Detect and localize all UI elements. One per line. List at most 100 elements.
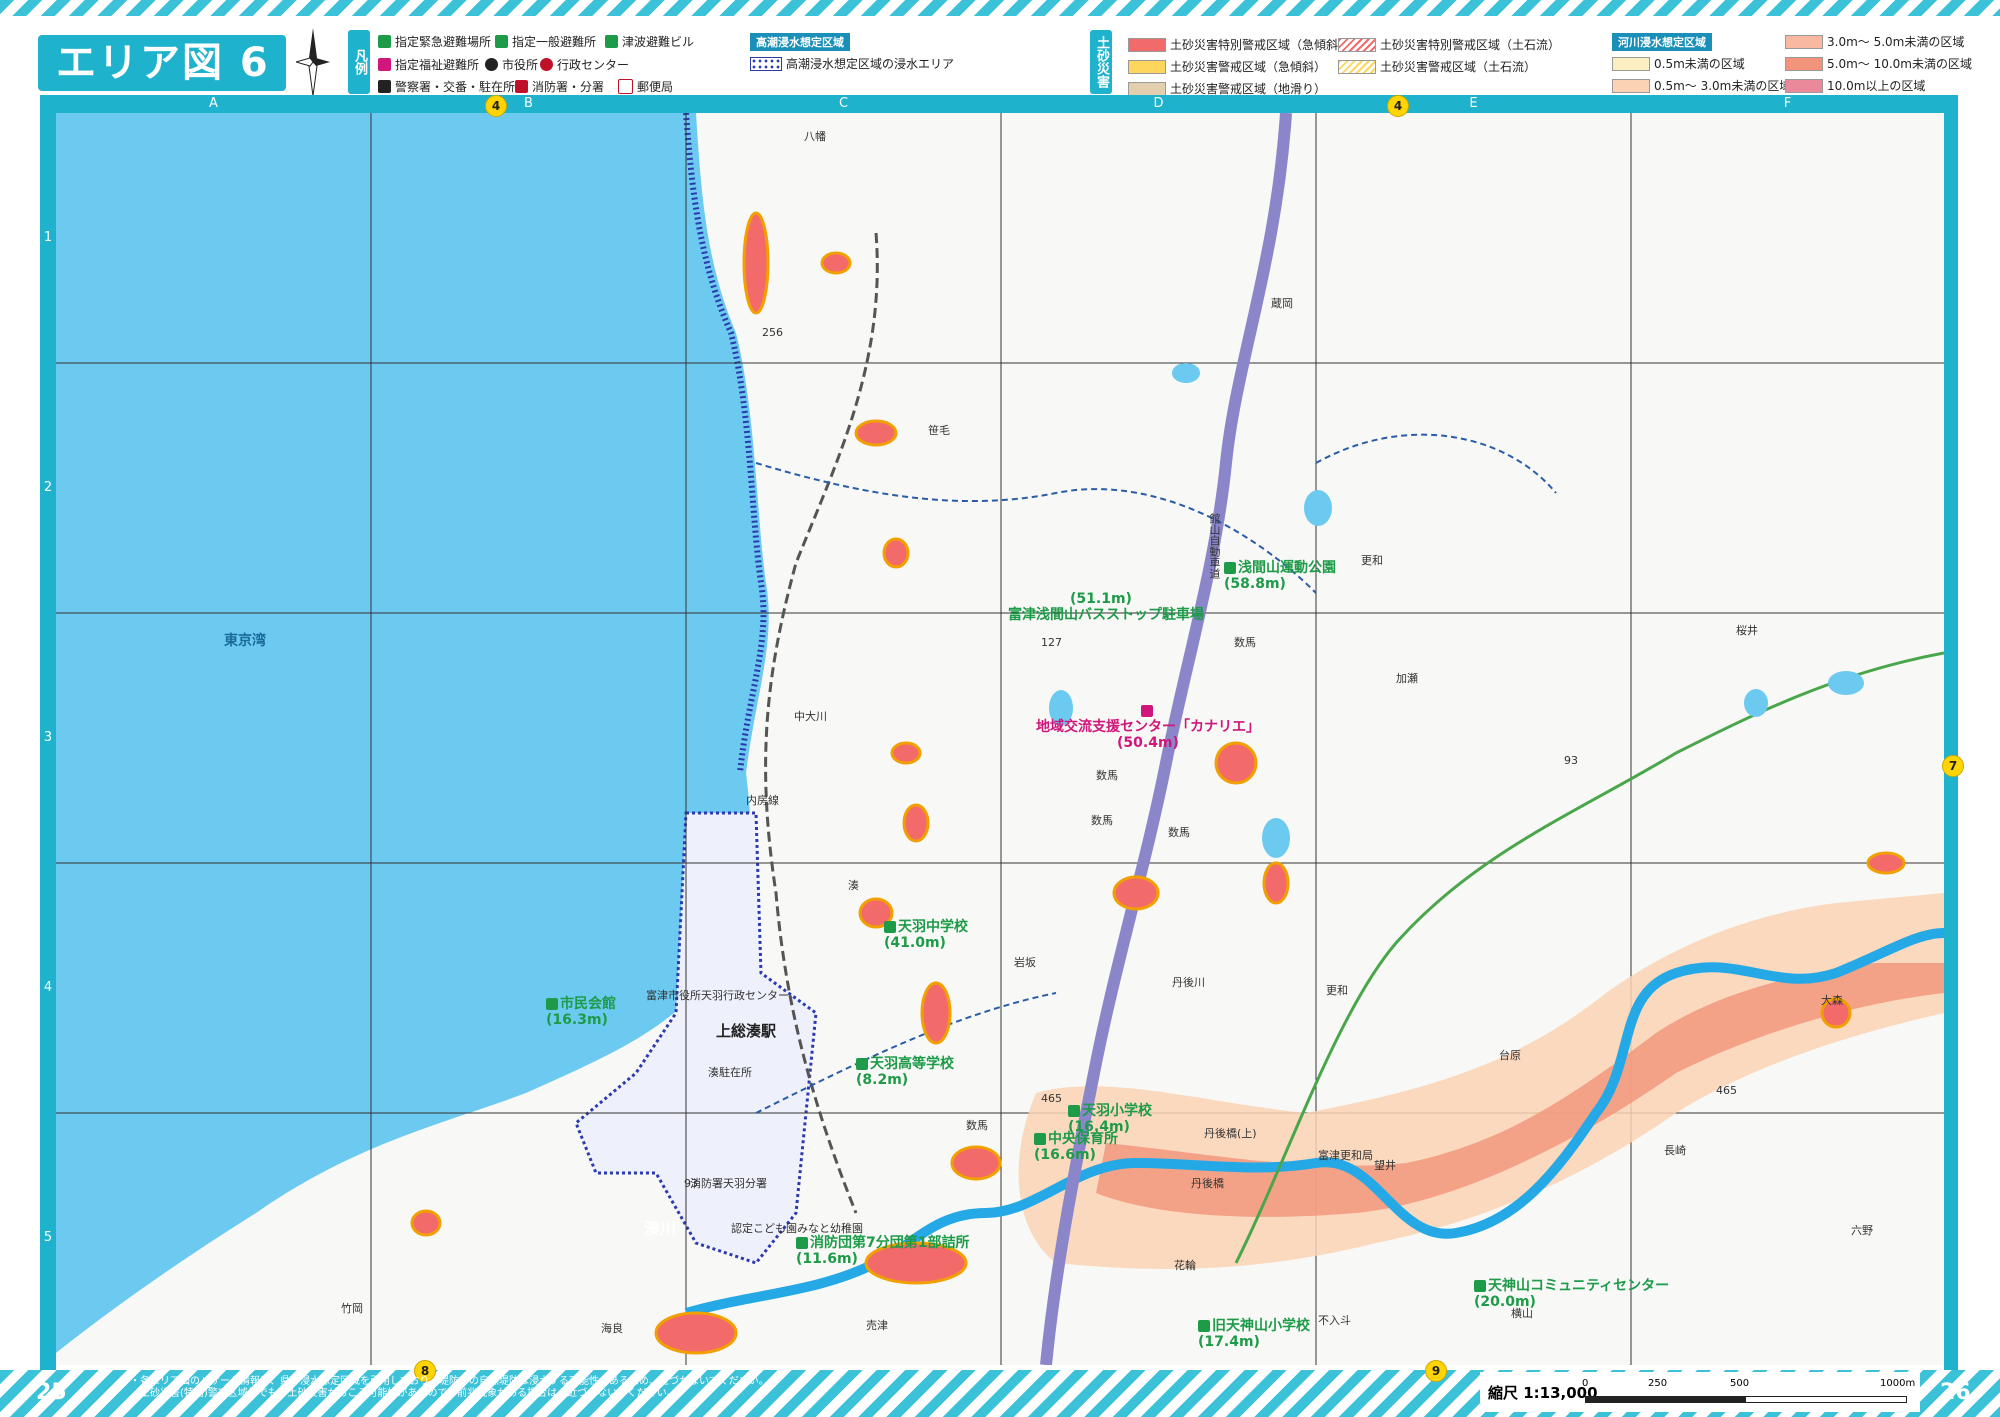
facility-amaha-hs[interactable]: 天羽高等学校 (8.2m): [856, 1056, 954, 1088]
place-kazuma-1: 数馬: [1234, 636, 1256, 649]
facility-chuo-nursery[interactable]: 中央保育所 (16.6m): [1034, 1131, 1118, 1163]
place-rokuno: 六野: [1851, 1224, 1873, 1237]
place-nagasaki: 長崎: [1664, 1144, 1686, 1157]
sediment-swatch: [1128, 37, 1166, 52]
hazard-map[interactable]: 東京湾 八幡 笹毛 蔵岡 更和 数馬 数馬 数馬 数馬 数馬 加瀬 桜井 岩坂 …: [56, 113, 1944, 1365]
legend-label: 市役所: [502, 58, 539, 72]
facility-kazusa-minato-station[interactable]: 上総湊駅: [716, 1023, 776, 1039]
river-flood-label: 0.5m未満の区域: [1654, 57, 1745, 71]
facility-name: 浅間山運動公園: [1238, 560, 1336, 576]
facility-old-amakamiyama-es[interactable]: 旧天神山小学校 (17.4m): [1198, 1318, 1310, 1350]
right-frame-bar: [1944, 95, 1958, 1370]
place-kazuma-5: 数馬: [966, 1119, 988, 1132]
column-label-b: B: [524, 96, 533, 111]
evacuation-site-icon: [856, 1058, 868, 1070]
facility-fire-brigade[interactable]: 消防団第7分団第1部詰所 (11.6m): [796, 1235, 969, 1267]
evacuation-site-icon: [1068, 1105, 1080, 1117]
column-label-f: F: [1783, 96, 1792, 111]
river-flood-item-5: 10.0m以上の区域: [1785, 77, 1925, 94]
route-256-label: 256: [762, 326, 783, 339]
page-number-right: 26: [1940, 1380, 1971, 1405]
place-sakurai: 桜井: [1736, 624, 1758, 637]
facility-city-admin[interactable]: 富津市役所天羽行政センター: [646, 988, 789, 1004]
facility-elevation: (41.0m): [884, 935, 946, 951]
sediment-item-warning-debris: 土砂災害警戒区域（土石流）: [1338, 58, 1536, 75]
sediment-swatch: [1128, 81, 1166, 96]
evacuation-site-icon: [1034, 1133, 1046, 1145]
legend-item-admin-center: 行政センター: [540, 56, 629, 73]
legend-item-fire-station: 消防署・分署: [515, 78, 604, 95]
facility-name: 天神山コミュニティセンター: [1488, 1278, 1670, 1294]
facility-kanarie[interactable]: 地域交流支援センター「カナリエ」 (50.4m): [1036, 703, 1260, 751]
facility-amakamiyama-center[interactable]: 天神山コミュニティセンター (20.0m): [1474, 1278, 1669, 1310]
place-hanawa: 花輪: [1174, 1259, 1196, 1272]
footer-note-2: ・土砂災害(特別)警戒区域外でも、土砂災害がおこる可能性があるので、前兆現象があ…: [130, 1388, 677, 1399]
ref-pin-right[interactable]: 7: [1942, 755, 1964, 777]
row-label-3: 3: [43, 730, 53, 745]
ref-pin-top-b[interactable]: 4: [485, 95, 507, 117]
place-yawata: 八幡: [804, 130, 826, 143]
place-iwasaka: 岩坂: [1014, 956, 1036, 969]
river-flood-swatch: [1612, 78, 1650, 93]
row-label-4: 4: [43, 980, 53, 995]
river-flood-item-4: 5.0m〜 10.0m未満の区域: [1785, 55, 1972, 72]
evacuation-site-icon: [1198, 1320, 1210, 1332]
facility-elevation: (50.4m): [1117, 735, 1179, 751]
river-flood-item-2: 0.5m〜 3.0m未満の区域: [1612, 77, 1791, 94]
evacuation-site-icon: [1224, 562, 1236, 574]
evacuation-site-icon: [546, 998, 558, 1010]
evacuation-site-icon: [796, 1237, 808, 1249]
place-kasamo: 笹毛: [928, 424, 950, 437]
facility-name: 旧天神山小学校: [1212, 1318, 1310, 1334]
facility-name: 天羽高等学校: [870, 1056, 954, 1072]
river-flood-label: 0.5m〜 3.0m未満の区域: [1654, 79, 1792, 93]
river-flood-head: 河川浸水想定区域: [1612, 33, 1712, 51]
column-label-c: C: [838, 96, 849, 111]
facility-elevation: (16.3m): [546, 1012, 608, 1028]
admin-center-icon: [540, 58, 553, 71]
facility-kodomoen[interactable]: 認定こども園みなと幼稚園: [731, 1221, 863, 1237]
legend-item-welfare-shelter: 指定福祉避難所: [378, 56, 479, 73]
facility-shimin-kaikan[interactable]: 市民会館 (16.3m): [546, 996, 616, 1028]
facility-fire-substation[interactable]: 消防署天羽分署: [674, 1176, 767, 1192]
map-canvas: [56, 113, 1944, 1365]
facility-minato-kouban[interactable]: 湊駐在所: [708, 1065, 752, 1081]
legend-item-tsunami-building: 津波避難ビル: [605, 33, 694, 50]
facility-amaha-jhs[interactable]: 天羽中学校 (41.0m): [884, 919, 968, 951]
legend-item-police: 警察署・交番・駐在所: [378, 78, 515, 95]
facility-elevation: (20.0m): [1474, 1294, 1536, 1310]
sediment-item-special-steep: 土砂災害特別警戒区域（急傾斜）: [1128, 36, 1350, 53]
evacuation-site-icon: [378, 35, 391, 48]
place-futagobashi: 丹後橋: [1191, 1177, 1224, 1190]
scale-ruler: [1585, 1396, 1907, 1403]
facility-name: 中央保育所: [1048, 1131, 1118, 1147]
sediment-item-warning-steep: 土砂災害警戒区域（急傾斜）: [1128, 58, 1326, 75]
evacuation-site-icon: [1474, 1280, 1486, 1292]
place-tokyo-bay: 東京湾: [224, 633, 266, 649]
facility-bus-stop[interactable]: (51.1m) 富津浅間山バスストップ駐車場: [1008, 591, 1204, 623]
place-kase: 加瀬: [1396, 672, 1418, 685]
place-futagobashi-up: 丹後橋(上): [1204, 1127, 1257, 1140]
page-number-left: 25: [36, 1380, 67, 1405]
place-tomitsu-sarawa-post: 富津更和局: [1318, 1149, 1373, 1162]
sediment-tag: 土砂災害: [1090, 30, 1112, 94]
place-sarawa-2: 更和: [1326, 984, 1348, 997]
place-takezawa: 竹岡: [341, 1302, 363, 1315]
post-office-icon: [618, 79, 633, 94]
sediment-swatch: [1338, 37, 1376, 52]
ref-pin-bottom-e[interactable]: 9: [1425, 1360, 1447, 1382]
row-label-5: 5: [43, 1230, 53, 1245]
place-tsubone: 望井: [1374, 1159, 1396, 1172]
column-label-e: E: [1469, 96, 1478, 111]
place-minatogawa: 湊川: [644, 1219, 677, 1238]
legend-label: 指定一般避難所: [512, 35, 597, 49]
place-takahara: 台原: [1499, 1049, 1521, 1062]
evacuation-site-icon: [884, 921, 896, 933]
facility-sengenyama-park[interactable]: 浅間山運動公園 (58.8m): [1224, 560, 1336, 592]
ref-pin-top-e[interactable]: 4: [1387, 95, 1409, 117]
place-umira: 海良: [601, 1322, 623, 1335]
route-93-label: 93: [1564, 754, 1578, 767]
river-flood-item-3: 3.0m〜 5.0m未満の区域: [1785, 33, 1964, 50]
place-fuiri: 不入斗: [1318, 1314, 1351, 1327]
place-kazuma-3: 数馬: [1091, 814, 1113, 827]
